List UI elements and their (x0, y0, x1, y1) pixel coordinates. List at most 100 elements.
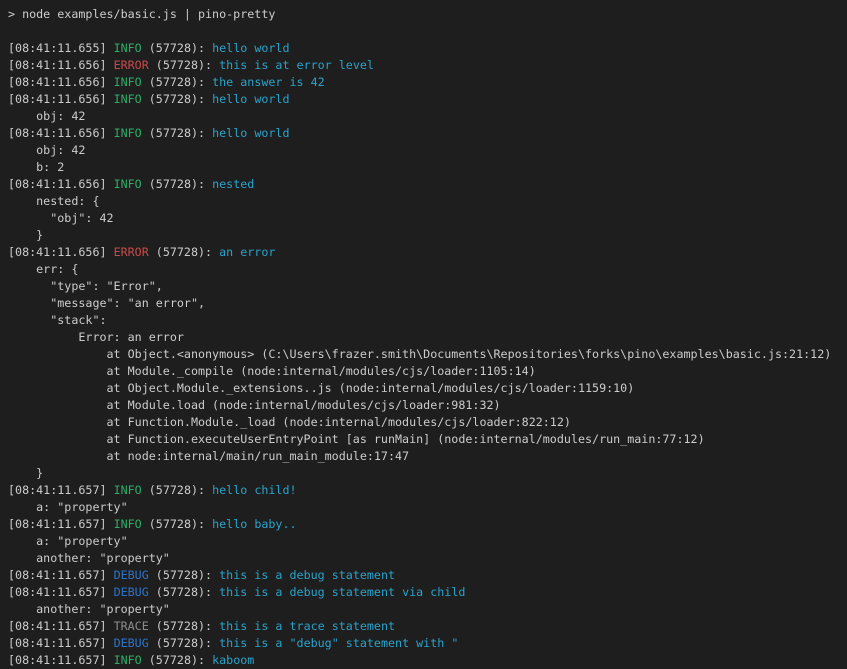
terminal-line: a: "property" (8, 499, 839, 516)
log-level: TRACE (114, 619, 149, 633)
log-detail: at Module._compile (node:internal/module… (8, 364, 536, 378)
log-detail: at node:internal/main/run_main_module:17… (8, 449, 409, 463)
log-timestamp: [08:41:11.657] (8, 636, 114, 650)
terminal-line: } (8, 227, 839, 244)
log-timestamp: [08:41:11.657] (8, 585, 114, 599)
log-detail: obj: 42 (8, 143, 85, 157)
terminal-line: } (8, 465, 839, 482)
log-detail: Error: an error (8, 330, 184, 344)
log-level: DEBUG (114, 568, 149, 582)
log-pid: (57728): (149, 619, 219, 633)
terminal-line: "type": "Error", (8, 278, 839, 295)
terminal-line: another: "property" (8, 550, 839, 567)
log-detail: nested: { (8, 194, 99, 208)
log-detail: } (8, 228, 43, 242)
terminal-line-log: [08:41:11.657] DEBUG (57728): this is a … (8, 567, 839, 584)
log-level: DEBUG (114, 585, 149, 599)
terminal-line (8, 23, 839, 40)
log-detail: b: 2 (8, 160, 64, 174)
log-pid: (57728): (149, 585, 219, 599)
log-message: hello child! (212, 483, 296, 497)
terminal-line: another: "property" (8, 601, 839, 618)
terminal-line: "stack": (8, 312, 839, 329)
log-message: this is a debug statement (219, 568, 395, 582)
terminal-line-log: [08:41:11.656] INFO (57728): the answer … (8, 74, 839, 91)
log-pid: (57728): (142, 92, 212, 106)
log-message: this is a "debug" statement with " (219, 636, 458, 650)
terminal-line: b: 2 (8, 159, 839, 176)
log-timestamp: [08:41:11.656] (8, 75, 114, 89)
log-detail: a: "property" (8, 534, 128, 548)
terminal-line: at Module._compile (node:internal/module… (8, 363, 839, 380)
log-detail: "obj": 42 (8, 211, 114, 225)
log-message: this is a debug statement via child (219, 585, 465, 599)
log-message: this is at error level (219, 58, 374, 72)
terminal-line: at Object.Module._extensions..js (node:i… (8, 380, 839, 397)
log-level: INFO (114, 75, 142, 89)
log-pid: (57728): (149, 636, 219, 650)
log-detail: another: "property" (8, 602, 170, 616)
log-message: kaboom (212, 653, 254, 667)
terminal-line-log: [08:41:11.657] INFO (57728): hello child… (8, 482, 839, 499)
terminal-line: nested: { (8, 193, 839, 210)
log-level: ERROR (114, 58, 149, 72)
terminal-line: at Function.Module._load (node:internal/… (8, 414, 839, 431)
log-timestamp: [08:41:11.656] (8, 177, 114, 191)
log-message: hello baby.. (212, 517, 296, 531)
log-timestamp: [08:41:11.655] (8, 41, 114, 55)
terminal-line-log: [08:41:11.657] INFO (57728): hello baby.… (8, 516, 839, 533)
terminal-line-log: [08:41:11.656] INFO (57728): nested (8, 176, 839, 193)
log-timestamp: [08:41:11.657] (8, 568, 114, 582)
terminal-line: obj: 42 (8, 142, 839, 159)
terminal-output[interactable]: > node examples/basic.js | pino-pretty [0… (0, 0, 847, 669)
terminal-line: a: "property" (8, 533, 839, 550)
log-detail: at Function.executeUserEntryPoint [as ru… (8, 432, 705, 446)
log-timestamp: [08:41:11.657] (8, 483, 114, 497)
log-timestamp: [08:41:11.656] (8, 126, 114, 140)
log-message: hello world (212, 126, 289, 140)
log-timestamp: [08:41:11.656] (8, 245, 114, 259)
log-detail: at Object.Module._extensions..js (node:i… (8, 381, 634, 395)
log-level: INFO (114, 483, 142, 497)
log-message: the answer is 42 (212, 75, 325, 89)
log-detail: another: "property" (8, 551, 170, 565)
terminal-line: at Object.<anonymous> (C:\Users\frazer.s… (8, 346, 839, 363)
log-level: INFO (114, 517, 142, 531)
terminal-line: err: { (8, 261, 839, 278)
log-message: nested (212, 177, 254, 191)
terminal-line-log: [08:41:11.656] INFO (57728): hello world (8, 125, 839, 142)
terminal-line: at Function.executeUserEntryPoint [as ru… (8, 431, 839, 448)
log-pid: (57728): (149, 245, 219, 259)
terminal-line: "obj": 42 (8, 210, 839, 227)
log-timestamp: [08:41:11.656] (8, 58, 114, 72)
log-pid: (57728): (142, 126, 212, 140)
log-message: hello world (212, 92, 289, 106)
log-level: INFO (114, 92, 142, 106)
log-detail: obj: 42 (8, 109, 85, 123)
terminal-line-log: [08:41:11.657] TRACE (57728): this is a … (8, 618, 839, 635)
log-detail: "message": "an error", (8, 296, 205, 310)
log-detail: "type": "Error", (8, 279, 163, 293)
log-pid: (57728): (149, 58, 219, 72)
terminal-line-log: [08:41:11.656] ERROR (57728): an error (8, 244, 839, 261)
log-level: INFO (114, 653, 142, 667)
terminal-line-command: > node examples/basic.js | pino-pretty (8, 6, 839, 23)
log-message: an error (219, 245, 275, 259)
log-level: DEBUG (114, 636, 149, 650)
log-pid: (57728): (149, 568, 219, 582)
log-timestamp: [08:41:11.656] (8, 92, 114, 106)
log-detail: } (8, 466, 43, 480)
terminal-line: "message": "an error", (8, 295, 839, 312)
log-pid: (57728): (142, 653, 212, 667)
terminal-line-log: [08:41:11.655] INFO (57728): hello world (8, 40, 839, 57)
log-timestamp: [08:41:11.657] (8, 653, 114, 667)
log-pid: (57728): (142, 41, 212, 55)
terminal-line-log: [08:41:11.657] INFO (57728): kaboom (8, 652, 839, 669)
log-detail: a: "property" (8, 500, 128, 514)
log-level: INFO (114, 126, 142, 140)
log-level: INFO (114, 177, 142, 191)
log-pid: (57728): (142, 177, 212, 191)
log-pid: (57728): (142, 517, 212, 531)
terminal-line: at Module.load (node:internal/modules/cj… (8, 397, 839, 414)
log-message: hello world (212, 41, 289, 55)
